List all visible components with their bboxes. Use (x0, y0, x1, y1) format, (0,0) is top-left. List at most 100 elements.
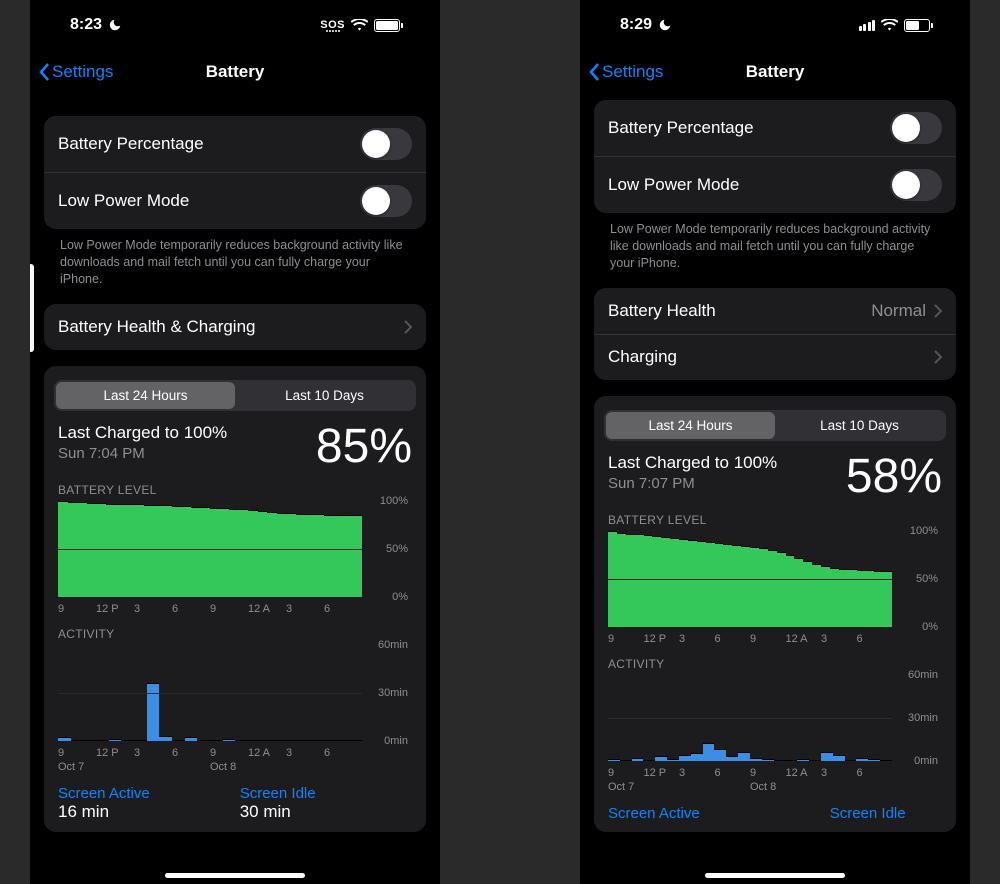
legend: Screen Active Screen Idle (594, 803, 956, 822)
sos-indicator: SOS (320, 19, 345, 32)
last-charged-title: Last Charged to 100% (58, 423, 227, 443)
low-power-footnote: Low Power Mode temporarily reduces backg… (44, 229, 426, 288)
day-label: Oct 8 (750, 781, 892, 793)
ytick: 60min (908, 669, 938, 681)
seg-last-24h[interactable]: Last 24 Hours (56, 382, 235, 409)
legend-idle-val: 30 min (240, 802, 316, 822)
back-label: Settings (602, 62, 663, 82)
seg-last-24h[interactable]: Last 24 Hours (606, 412, 775, 439)
row-label: Low Power Mode (608, 175, 739, 195)
battery-percent: 85% (316, 423, 412, 471)
nav-bar: Settings Battery (30, 50, 440, 94)
status-right (859, 19, 931, 32)
activity-chart: 60min 30min 0min 912 P36912 A36 Oct 7 Oc… (44, 645, 426, 783)
last-charged-row: Last Charged to 100% Sun 7:07 PM 58% (594, 441, 956, 501)
last-charged-title: Last Charged to 100% (608, 453, 777, 473)
volume-indicator (30, 264, 34, 352)
activity-chart: 60min 30min 0min 912 P36912 A36 Oct 7 Oc… (594, 675, 956, 803)
row-detail: Normal (871, 301, 926, 321)
day-label: Oct 8 (210, 761, 362, 773)
wifi-icon (351, 19, 368, 32)
legend-active: Screen Active (58, 785, 150, 802)
do-not-disturb-icon (658, 18, 672, 32)
last-charged-time: Sun 7:04 PM (58, 445, 227, 462)
toggle-low-power[interactable] (360, 185, 412, 217)
chevron-right-icon (934, 350, 942, 364)
phone-left: 8:23 SOS Settings Battery Battery Percen… (30, 0, 440, 884)
row-label: Battery Health & Charging (58, 317, 256, 337)
ytick: 30min (378, 687, 408, 699)
wifi-icon (881, 19, 898, 32)
back-button[interactable]: Settings (38, 62, 113, 82)
chevron-right-icon (934, 304, 942, 318)
back-button[interactable]: Settings (588, 62, 663, 82)
segment-control: Last 24 Hours Last 10 Days (54, 380, 416, 411)
legend: Screen Active 16 min Screen Idle 30 min (44, 783, 426, 822)
ytick: 0% (922, 621, 938, 633)
legend-active-val: 16 min (58, 802, 150, 822)
status-right: SOS (320, 19, 400, 32)
nav-bar: Settings Battery (580, 50, 970, 94)
cell-signal-icon (859, 20, 876, 31)
row-battery-percentage: Battery Percentage (44, 116, 426, 172)
ytick: 50% (386, 543, 408, 555)
toggle-battery-percentage[interactable] (360, 128, 412, 160)
ytick: 100% (380, 495, 408, 507)
status-time: 8:23 (70, 16, 102, 34)
row-label: Battery Health (608, 301, 716, 321)
battery-icon (374, 19, 400, 32)
day-label: Oct 7 (58, 761, 210, 773)
xticks: 912 P36912 A36 (608, 761, 942, 779)
toggle-low-power[interactable] (890, 169, 942, 201)
toggle-battery-percentage[interactable] (890, 112, 942, 144)
battery-level-chart: 100% 50% 0% 912 P36912 A36 (594, 531, 956, 645)
status-bar: 8:29 (580, 0, 970, 50)
back-label: Settings (52, 62, 113, 82)
do-not-disturb-icon (108, 18, 122, 32)
battery-level-chart: 100% 50% 0% 912 P36912 A36 (44, 501, 426, 615)
ytick: 60min (378, 639, 408, 651)
activity-label: ACTIVITY (594, 645, 956, 675)
low-power-footnote: Low Power Mode temporarily reduces backg… (594, 213, 956, 272)
usage-card: Last 24 Hours Last 10 Days Last Charged … (44, 366, 426, 832)
last-charged-time: Sun 7:07 PM (608, 475, 777, 492)
ytick: 0min (384, 735, 408, 747)
home-indicator[interactable] (165, 873, 305, 878)
row-battery-health[interactable]: Battery Health & Charging (44, 304, 426, 350)
phone-right: 8:29 Settings Battery Battery Percentage… (580, 0, 970, 884)
toggles-card: Battery Percentage Low Power Mode (594, 100, 956, 213)
row-low-power: Low Power Mode (594, 156, 956, 213)
ytick: 100% (910, 525, 938, 537)
status-bar: 8:23 SOS (30, 0, 440, 50)
xticks: 912 P36912 A36 (608, 627, 942, 645)
battery-percent: 58% (846, 453, 942, 501)
health-card: Battery Health Normal Charging (594, 288, 956, 380)
day-label: Oct 7 (608, 781, 750, 793)
chevron-right-icon (404, 320, 412, 334)
row-label: Battery Percentage (608, 118, 754, 138)
status-time-group: 8:23 (70, 16, 122, 34)
ytick: 30min (908, 712, 938, 724)
xticks: 912 P36912 A36 (58, 597, 412, 615)
legend-idle: Screen Idle (240, 785, 316, 802)
ytick: 0min (914, 755, 938, 767)
ytick: 0% (392, 591, 408, 603)
row-label: Charging (608, 347, 677, 367)
row-charging[interactable]: Charging (594, 334, 956, 380)
row-battery-percentage: Battery Percentage (594, 100, 956, 156)
legend-active: Screen Active (608, 805, 700, 822)
row-low-power: Low Power Mode (44, 172, 426, 229)
activity-label: ACTIVITY (44, 615, 426, 645)
segment-control: Last 24 Hours Last 10 Days (604, 410, 946, 441)
seg-last-10d[interactable]: Last 10 Days (235, 382, 414, 409)
battery-level-label: BATTERY LEVEL (44, 471, 426, 501)
seg-last-10d[interactable]: Last 10 Days (775, 412, 944, 439)
ytick: 50% (916, 573, 938, 585)
battery-icon (904, 19, 930, 32)
row-label: Low Power Mode (58, 191, 189, 211)
battery-level-label: BATTERY LEVEL (594, 501, 956, 531)
usage-card: Last 24 Hours Last 10 Days Last Charged … (594, 396, 956, 832)
health-card: Battery Health & Charging (44, 304, 426, 350)
row-battery-health[interactable]: Battery Health Normal (594, 288, 956, 334)
home-indicator[interactable] (705, 873, 845, 878)
